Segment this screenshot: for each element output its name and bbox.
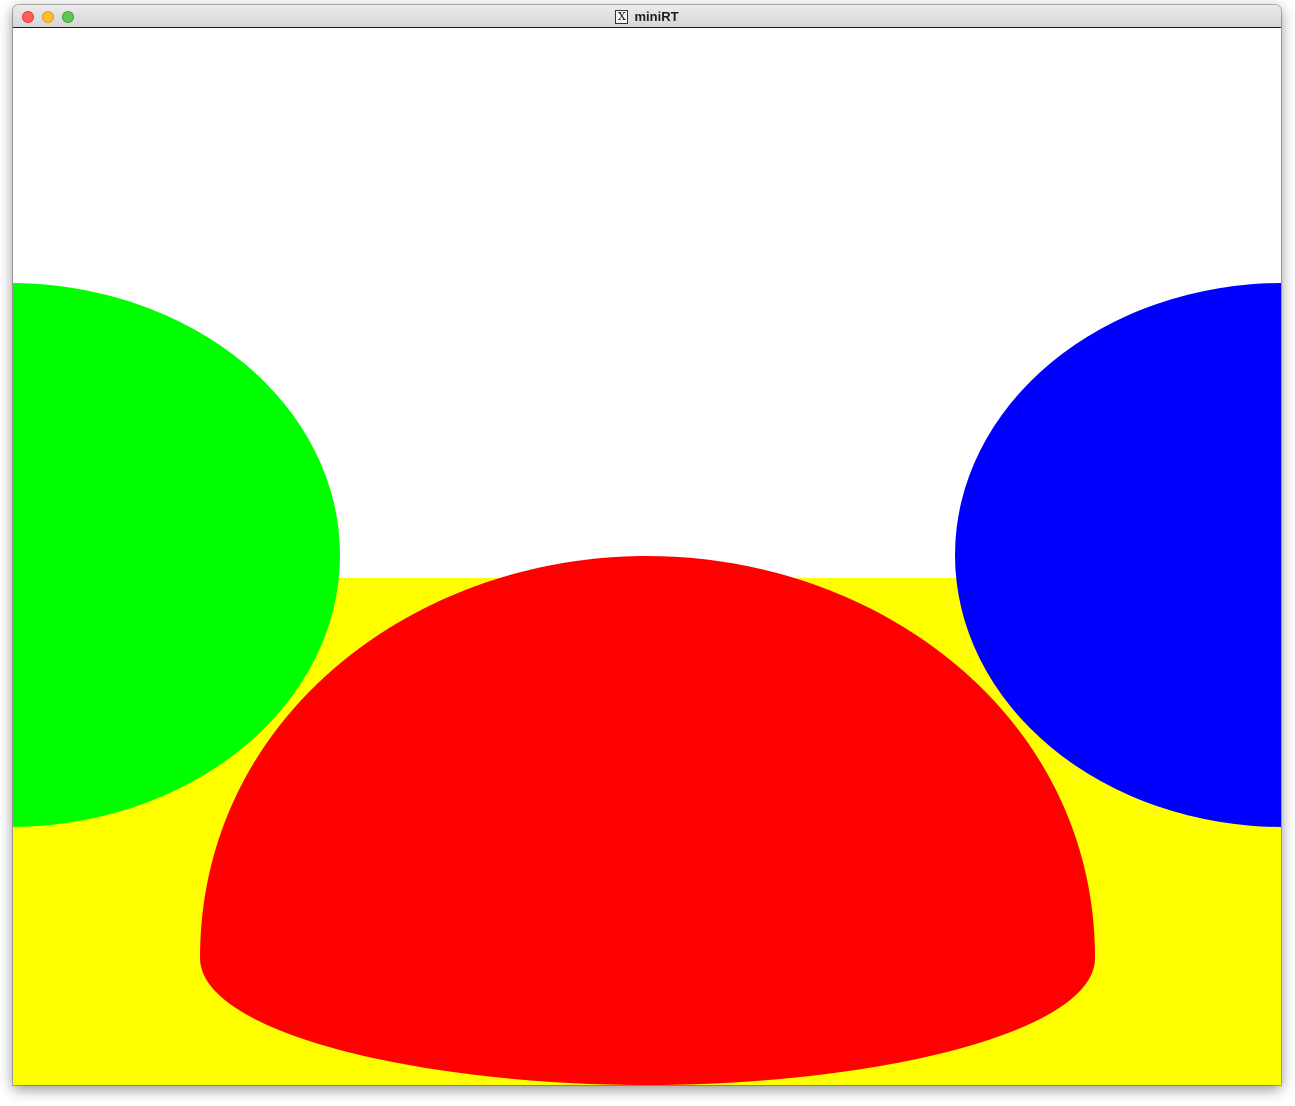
title-bar[interactable]: X miniRT [13,5,1281,28]
render-canvas [13,28,1281,1085]
window-title: miniRT [634,9,679,24]
x11-icon: X [615,9,629,24]
app-window: X miniRT [13,5,1281,1085]
title-group: X miniRT [13,5,1281,28]
render-viewport [13,28,1281,1085]
